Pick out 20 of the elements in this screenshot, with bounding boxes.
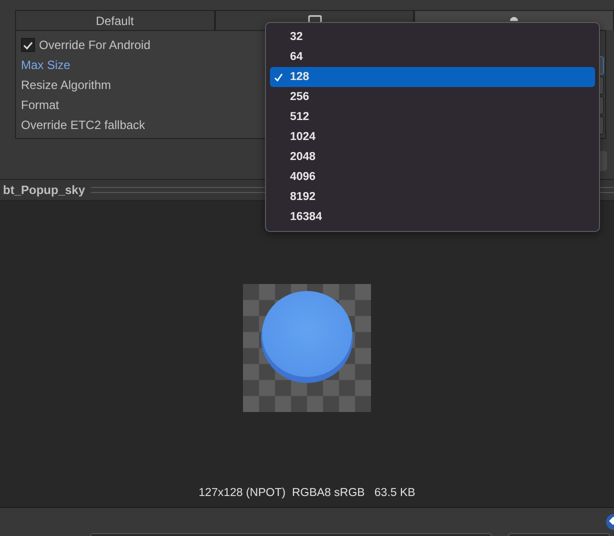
menu-item[interactable]: 8192 [270,187,595,207]
menu-item[interactable]: 16384 [270,207,595,227]
setting-label: Resize Algorithm [21,78,112,92]
checkbox-label: Override For Android [39,38,150,52]
menu-item[interactable]: 64 [270,47,595,67]
menu-item[interactable]: 4096 [270,167,595,187]
menu-item[interactable]: 1024 [270,127,595,147]
preview-title: bt_Popup_sky [3,183,86,197]
menu-item[interactable]: 2048 [270,147,595,167]
setting-label: Override ETC2 fallback [21,118,146,132]
menu-item[interactable]: 32 [270,27,595,47]
texture-info: 127x128 (NPOT) RGBA8 sRGB 63.5 KB [198,486,416,501]
checkbox[interactable] [21,38,35,52]
platform-tab[interactable]: Default [15,10,215,30]
setting-label: Format [21,98,60,112]
check-icon [274,72,283,82]
setting-label: Max Size [21,58,70,72]
menu-item[interactable]: 512 [270,107,595,127]
menu-item[interactable]: 256 [270,87,595,107]
menu-item[interactable]: 128 [270,67,595,87]
